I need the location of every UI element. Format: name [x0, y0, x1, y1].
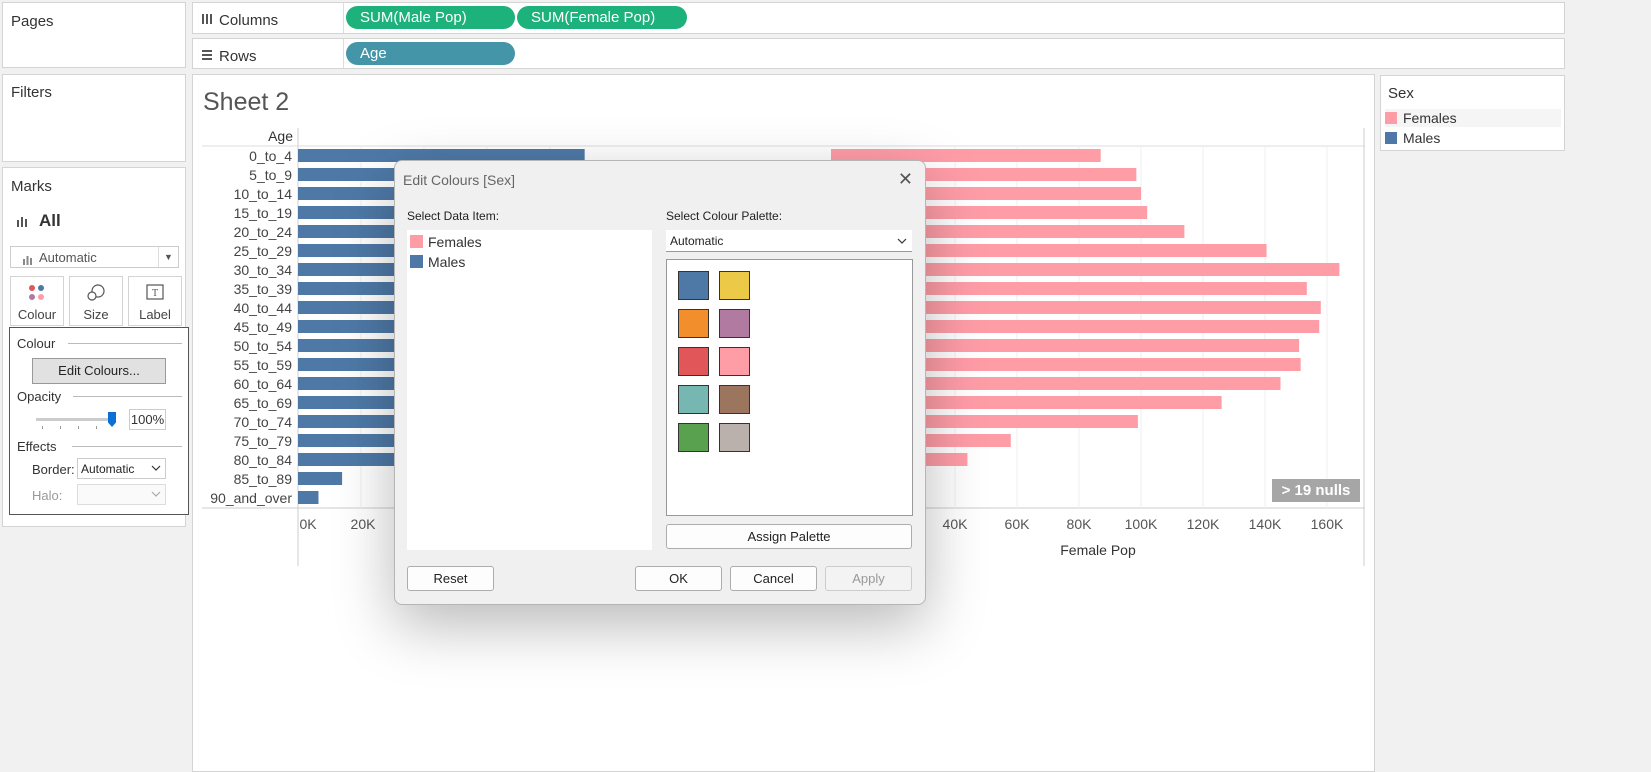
age-label: 80_to_84 — [234, 452, 293, 468]
male-bar — [298, 491, 319, 504]
age-label: 90_and_over — [210, 490, 292, 506]
palette-swatch[interactable] — [719, 347, 750, 376]
male-bar — [298, 244, 398, 257]
palette-swatch[interactable] — [678, 309, 709, 338]
males-swatch — [1385, 132, 1397, 144]
male-bar — [298, 168, 398, 181]
palette-label: Select Colour Palette: — [666, 209, 783, 223]
sex-legend: Sex Females Males — [1380, 75, 1565, 151]
age-label: 75_to_79 — [234, 433, 293, 449]
age-label: 15_to_19 — [234, 205, 293, 221]
age-label: 40_to_44 — [234, 300, 293, 316]
male-bar — [298, 301, 398, 314]
male-bar — [298, 434, 398, 447]
male-bar — [298, 206, 398, 219]
palette-dropdown[interactable]: Automatic — [666, 230, 912, 252]
female-tick-label: 140K — [1249, 516, 1282, 532]
age-label: 85_to_89 — [234, 471, 293, 487]
palette-swatch[interactable] — [719, 423, 750, 452]
edit-colours-dialog: Edit Colours [Sex] ✕ Select Data Item: F… — [394, 160, 926, 605]
dialog-title: Edit Colours [Sex] — [403, 172, 516, 188]
male-bar — [298, 377, 398, 390]
male-tick-label: 0K — [299, 516, 317, 532]
nulls-badge[interactable]: > 19 nulls — [1272, 479, 1360, 502]
nulls-prefix: > — [1281, 482, 1291, 499]
age-label: 70_to_74 — [234, 414, 293, 430]
ok-button[interactable]: OK — [635, 566, 722, 591]
male-bar — [298, 472, 343, 485]
data-item-label: Select Data Item: — [407, 209, 500, 223]
cancel-button[interactable]: Cancel — [730, 566, 817, 591]
palette-swatch[interactable] — [719, 271, 750, 300]
male-bar — [298, 396, 398, 409]
male-bar — [298, 263, 398, 276]
data-item-males[interactable]: Males — [407, 252, 652, 271]
male-bar — [298, 415, 398, 428]
female-tick-label: 100K — [1125, 516, 1158, 532]
male-tick-label: 20K — [351, 516, 377, 532]
male-bar — [298, 320, 398, 333]
male-bar — [298, 358, 398, 371]
age-label: 30_to_34 — [234, 262, 293, 278]
legend-item-females[interactable]: Females — [1385, 109, 1561, 127]
female-tick-label: 80K — [1067, 516, 1093, 532]
x-axis-title: Female Pop — [1060, 542, 1136, 558]
palette-swatch[interactable] — [678, 271, 709, 300]
males-item-swatch — [410, 255, 423, 268]
age-label: 20_to_24 — [234, 224, 293, 240]
nulls-text: 19 nulls — [1294, 482, 1351, 499]
legend-item-males[interactable]: Males — [1385, 129, 1561, 147]
legend-label-females: Females — [1403, 110, 1457, 126]
palette-swatch[interactable] — [719, 309, 750, 338]
female-tick-label: 60K — [1005, 516, 1031, 532]
females-item-label: Females — [428, 234, 482, 250]
male-bar — [298, 339, 398, 352]
assign-palette-button[interactable]: Assign Palette — [666, 524, 912, 549]
male-bar — [298, 225, 398, 238]
age-label: 60_to_64 — [234, 376, 293, 392]
male-bar — [298, 282, 398, 295]
age-row-header: Age — [268, 128, 293, 144]
age-label: 45_to_49 — [234, 319, 293, 335]
age-label: 25_to_29 — [234, 243, 293, 259]
male-bar — [298, 453, 398, 466]
males-item-label: Males — [428, 254, 466, 270]
palette-swatch[interactable] — [678, 347, 709, 376]
palette-swatch[interactable] — [678, 385, 709, 414]
female-tick-label: 160K — [1311, 516, 1344, 532]
age-label: 55_to_59 — [234, 357, 293, 373]
age-label: 10_to_14 — [234, 186, 293, 202]
female-tick-label: 120K — [1187, 516, 1220, 532]
legend-label-males: Males — [1403, 130, 1441, 146]
apply-button: Apply — [825, 566, 912, 591]
palette-swatch[interactable] — [678, 423, 709, 452]
female-tick-label: 40K — [943, 516, 969, 532]
females-swatch — [1385, 112, 1397, 124]
chevron-down-icon — [896, 234, 908, 252]
palette-swatch[interactable] — [719, 385, 750, 414]
data-item-list[interactable]: Females Males — [407, 230, 652, 550]
reset-button[interactable]: Reset — [407, 566, 494, 591]
male-bar — [298, 187, 398, 200]
legend-title: Sex — [1388, 85, 1414, 102]
palette-swatch-grid — [666, 259, 913, 516]
data-item-females[interactable]: Females — [407, 232, 652, 251]
age-label: 35_to_39 — [234, 281, 293, 297]
age-label: 0_to_4 — [249, 148, 292, 164]
age-label: 65_to_69 — [234, 395, 293, 411]
palette-value: Automatic — [670, 234, 724, 248]
age-label: 5_to_9 — [249, 167, 292, 183]
close-icon[interactable]: ✕ — [898, 169, 913, 190]
age-label: 50_to_54 — [234, 338, 293, 354]
females-item-swatch — [410, 235, 423, 248]
